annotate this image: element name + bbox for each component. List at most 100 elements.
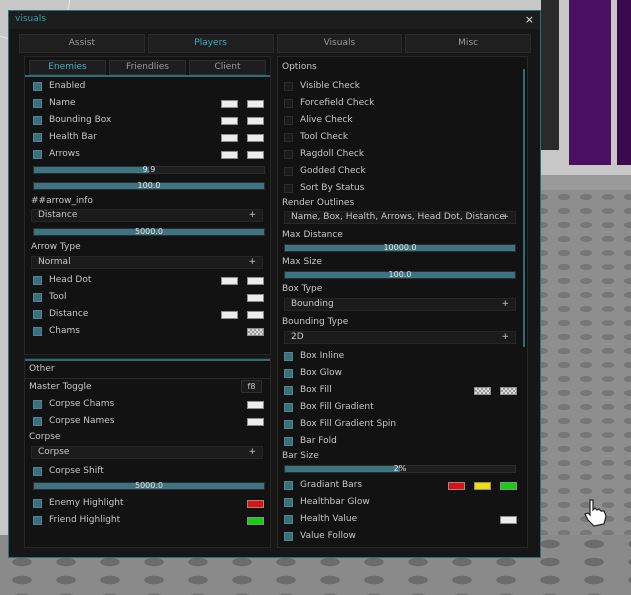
toggle-godded-check[interactable]: Godded Check [284, 165, 516, 179]
color-swatch[interactable] [247, 418, 264, 426]
checkbox[interactable] [284, 498, 293, 507]
toggle-forcefield-check[interactable]: Forcefield Check [284, 97, 516, 111]
color-swatch[interactable] [221, 117, 238, 125]
tab-players[interactable]: Players [147, 34, 274, 53]
color-swatch[interactable] [221, 151, 238, 159]
checkbox[interactable] [33, 417, 42, 426]
toggle-arrows[interactable]: Arrows [33, 148, 265, 162]
box-type-dropdown[interactable]: Bounding + [284, 298, 516, 311]
checkbox[interactable] [284, 437, 293, 446]
max-distance-slider[interactable]: 10000.0 [284, 244, 516, 252]
toggle-box-inline[interactable]: Box Inline [284, 350, 516, 364]
checkbox[interactable] [33, 499, 42, 508]
checkbox[interactable] [33, 293, 42, 302]
color-swatch[interactable] [474, 387, 491, 395]
color-swatch[interactable] [247, 311, 264, 319]
checkbox[interactable] [284, 352, 293, 361]
subtab-client[interactable]: Client [189, 60, 266, 75]
checkbox[interactable] [33, 133, 42, 142]
toggle-head-dot[interactable]: Head Dot [33, 274, 265, 288]
toggle-chams[interactable]: Chams [33, 325, 265, 339]
toggle-corpse-chams[interactable]: Corpse Chams [33, 398, 265, 412]
checkbox[interactable] [284, 386, 293, 395]
checkbox[interactable] [284, 133, 293, 142]
color-swatch[interactable] [247, 294, 264, 302]
toggle-enabled[interactable]: Enabled [33, 80, 265, 94]
toggle-tool[interactable]: Tool [33, 291, 265, 305]
toggle-friend-highlight[interactable]: Friend Highlight [33, 514, 265, 528]
bounding-type-dropdown[interactable]: 2D + [284, 331, 516, 344]
checkbox[interactable] [33, 327, 42, 336]
arrow-info-dropdown[interactable]: Distance + [31, 209, 263, 222]
color-swatch-red[interactable] [247, 500, 264, 508]
toggle-visible-check[interactable]: Visible Check [284, 80, 516, 94]
checkbox[interactable] [33, 467, 42, 476]
corpse-dropdown[interactable]: Corpse + [31, 446, 263, 459]
toggle-sort-by-status[interactable]: Sort By Status [284, 182, 516, 196]
color-swatch[interactable] [247, 401, 264, 409]
tab-assist[interactable]: Assist [19, 34, 145, 53]
master-toggle-keybind[interactable]: f8 [241, 380, 262, 393]
toggle-gradiant-bars[interactable]: Gradiant Bars [284, 479, 517, 493]
color-swatch[interactable] [247, 151, 264, 159]
toggle-box-fill[interactable]: Box Fill [284, 384, 517, 398]
color-swatch-yellow[interactable] [474, 482, 491, 490]
checkbox[interactable] [284, 116, 293, 125]
checkbox[interactable] [284, 82, 293, 91]
color-swatch[interactable] [221, 100, 238, 108]
color-swatch[interactable] [221, 277, 238, 285]
checkbox[interactable] [284, 99, 293, 108]
color-swatch-green[interactable] [247, 517, 264, 525]
checkbox[interactable] [284, 184, 293, 193]
checkbox[interactable] [284, 369, 293, 378]
checkbox[interactable] [33, 82, 42, 91]
arrow-type-dropdown[interactable]: Normal + [31, 256, 263, 269]
toggle-value-follow[interactable]: Value Follow [284, 530, 516, 544]
checkbox[interactable] [33, 99, 42, 108]
toggle-enemy-highlight[interactable]: Enemy Highlight [33, 497, 265, 511]
arrow-size-slider[interactable]: 9.9 [33, 166, 265, 174]
toggle-corpse-shift[interactable]: Corpse Shift [33, 465, 265, 479]
toggle-ragdoll-check[interactable]: Ragdoll Check [284, 148, 516, 162]
toggle-bounding-box[interactable]: Bounding Box [33, 114, 265, 128]
checkbox[interactable] [284, 515, 293, 524]
toggle-box-glow[interactable]: Box Glow [284, 367, 516, 381]
checkbox[interactable] [284, 420, 293, 429]
color-swatch[interactable] [221, 134, 238, 142]
toggle-distance[interactable]: Distance [33, 308, 265, 322]
toggle-health-bar[interactable]: Health Bar [33, 131, 265, 145]
corpse-shift-slider[interactable]: 5000.0 [33, 482, 265, 490]
toggle-alive-check[interactable]: Alive Check [284, 114, 516, 128]
bar-size-slider[interactable]: 2% [284, 465, 516, 473]
toggle-box-fill-gradient[interactable]: Box Fill Gradient [284, 401, 516, 415]
arrow-offset-slider[interactable]: 100.0 [33, 182, 265, 190]
color-swatch[interactable] [221, 311, 238, 319]
checkbox[interactable] [33, 276, 42, 285]
checkbox[interactable] [284, 150, 293, 159]
checkbox[interactable] [284, 403, 293, 412]
toggle-bar-fold[interactable]: Bar Fold [284, 435, 516, 449]
color-swatch-green[interactable] [500, 482, 517, 490]
subtab-enemies[interactable]: Enemies [29, 60, 106, 75]
color-swatch-red[interactable] [448, 482, 465, 490]
checkbox[interactable] [33, 116, 42, 125]
tab-misc[interactable]: Misc [405, 34, 531, 53]
render-outlines-dropdown[interactable]: Name, Box, Health, Arrows, Head Dot, Dis… [284, 211, 516, 224]
color-swatch[interactable] [247, 100, 264, 108]
toggle-name[interactable]: Name [33, 97, 265, 111]
color-swatch[interactable] [247, 328, 264, 336]
scrollbar[interactable] [523, 69, 525, 347]
checkbox[interactable] [33, 516, 42, 525]
checkbox[interactable] [33, 310, 42, 319]
tab-visuals[interactable]: Visuals [276, 34, 403, 53]
subtab-friendlies[interactable]: Friendlies [109, 60, 186, 75]
checkbox[interactable] [284, 167, 293, 176]
toggle-box-fill-gradient-spin[interactable]: Box Fill Gradient Spin [284, 418, 516, 432]
toggle-tool-check[interactable]: Tool Check [284, 131, 516, 145]
color-swatch[interactable] [500, 387, 517, 395]
max-size-slider[interactable]: 100.0 [284, 271, 516, 279]
toggle-corpse-names[interactable]: Corpse Names [33, 415, 265, 429]
close-button[interactable]: × [525, 13, 534, 26]
toggle-health-value[interactable]: Health Value [284, 513, 517, 527]
toggle-healthbar-glow[interactable]: Healthbar Glow [284, 496, 516, 510]
